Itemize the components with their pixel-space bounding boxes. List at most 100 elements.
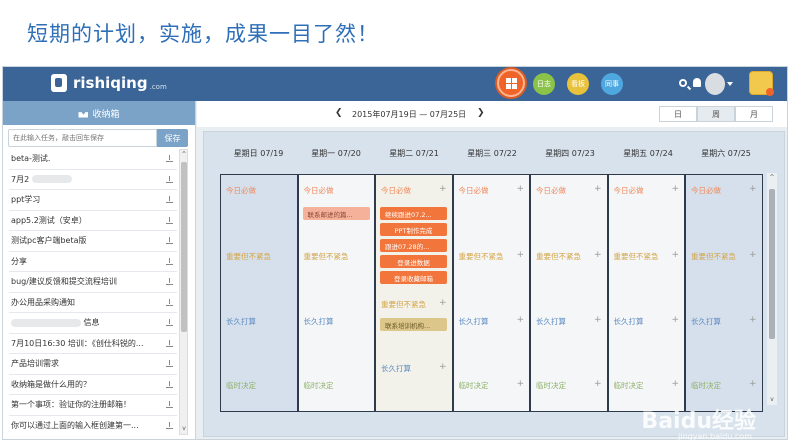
chevron-up-icon[interactable]: ^	[769, 175, 775, 181]
list-item[interactable]: 你可以通过上面的输入框创建第一...	[9, 416, 177, 436]
user-avatar[interactable]	[705, 73, 725, 95]
day-column-sat[interactable]: 今日必做 + 重要但不紧急 + 长久打算 + 临时决定 +	[685, 174, 763, 412]
list-item[interactable]: 第一个事项：验证你的注册邮箱！	[9, 395, 177, 416]
task-input[interactable]	[8, 129, 157, 147]
task-card[interactable]: 跟进07.28的...	[380, 239, 447, 252]
download-icon[interactable]	[166, 339, 173, 347]
download-icon[interactable]	[166, 421, 173, 429]
scroll-thumb[interactable]	[769, 189, 775, 339]
day-column-tue[interactable]: 今日必做 + 继续跟进07.2... PPT制作完成 跟进07.28的... 登…	[375, 174, 453, 412]
add-task-icon[interactable]: +	[439, 184, 447, 194]
list-item[interactable]: 7月10日16:30 培训：《创仕科锐的...	[9, 334, 177, 354]
day-column-wed[interactable]: 今日必做 + 重要但不紧急 + 长久打算 + 临时决定 +	[452, 174, 530, 412]
add-task-icon[interactable]: +	[516, 250, 524, 260]
list-item[interactable]: 测试pc客户端beta版	[9, 231, 177, 252]
download-icon[interactable]	[166, 155, 173, 163]
download-icon[interactable]	[166, 298, 173, 306]
download-icon[interactable]	[166, 278, 173, 286]
add-task-icon[interactable]: +	[671, 379, 679, 389]
bell-icon[interactable]	[693, 78, 701, 87]
nav-board-button[interactable]: 看板	[567, 73, 589, 95]
add-task-icon[interactable]: +	[594, 315, 602, 325]
scroll-thumb[interactable]	[181, 162, 187, 332]
list-item[interactable]: 办公用品采购通知	[9, 293, 177, 313]
day-column-fri[interactable]: 今日必做 + 重要但不紧急 + 长久打算 + 临时决定 +	[607, 174, 685, 412]
download-icon[interactable]	[166, 319, 173, 327]
download-icon[interactable]	[166, 175, 173, 183]
quadrant-important: 重要但不紧急	[381, 300, 426, 309]
add-task-icon[interactable]: +	[671, 184, 679, 194]
task-card[interactable]: 登录收藏邮箱	[380, 271, 447, 284]
nav-colleague-button[interactable]: 同事	[601, 73, 623, 95]
download-icon[interactable]	[166, 360, 173, 368]
list-item[interactable]: bug/建议反馈和提交流程培训	[9, 272, 177, 293]
add-task-icon[interactable]: +	[749, 379, 757, 389]
quadrant-adhoc: 临时决定	[536, 381, 566, 390]
add-task-icon[interactable]: +	[516, 184, 524, 194]
add-task-icon[interactable]: +	[749, 315, 757, 325]
add-task-icon[interactable]: +	[594, 184, 602, 194]
save-button[interactable]: 保存	[157, 129, 188, 147]
chevron-down-icon[interactable]	[727, 82, 733, 86]
chevron-down-icon[interactable]: v	[769, 397, 775, 403]
watermark-logo: Baidu经验	[641, 409, 756, 434]
task-card[interactable]: 登录进数据	[380, 255, 447, 268]
add-task-icon[interactable]: +	[671, 250, 679, 260]
add-task-icon[interactable]: +	[749, 250, 757, 260]
nav-journal-button[interactable]: 日志	[533, 73, 555, 95]
list-item[interactable]: ppt学习	[9, 190, 177, 211]
add-task-icon[interactable]: +	[594, 379, 602, 389]
add-task-icon[interactable]: +	[516, 315, 524, 325]
search-icon[interactable]	[679, 79, 687, 87]
download-icon[interactable]	[166, 257, 173, 265]
quadrant-adhoc: 临时决定	[458, 381, 489, 390]
day-header: 星期日 07/19	[233, 149, 284, 158]
list-item[interactable]: 7月2	[9, 170, 177, 190]
quadrant-longterm: 长久打算	[303, 317, 334, 326]
view-tabs: 日 周 月	[659, 106, 773, 122]
tab-week[interactable]: 周	[697, 106, 735, 122]
add-task-icon[interactable]: +	[439, 298, 447, 308]
list-item[interactable]: 信息	[9, 313, 177, 334]
download-icon[interactable]	[166, 216, 173, 224]
add-task-icon[interactable]: +	[671, 315, 679, 325]
chevron-up-icon[interactable]: ^	[181, 152, 187, 158]
quadrant-today: 今日必做	[226, 186, 256, 195]
quadrant-today: 今日必做	[536, 186, 566, 195]
day-column-mon[interactable]: 今日必做 联系邮进的篇... 重要但不紧急 长久打算 临时决定	[297, 174, 375, 412]
download-icon[interactable]	[166, 380, 173, 388]
tab-month[interactable]: 月	[735, 106, 773, 122]
task-card[interactable]: 联系邮进的篇...	[302, 207, 370, 220]
download-icon[interactable]	[166, 237, 173, 245]
nav-plan-button[interactable]	[497, 69, 525, 97]
day-header: 星期五 07/24	[623, 149, 673, 158]
add-task-icon[interactable]: +	[516, 379, 524, 389]
list-item[interactable]: beta-测试.	[9, 149, 177, 170]
task-card[interactable]: PPT制作完成	[380, 223, 447, 236]
tab-day[interactable]: 日	[659, 106, 697, 122]
quadrant-important: 重要但不紧急	[536, 252, 581, 261]
prev-week-button[interactable]: ❮	[335, 108, 343, 118]
profile-badge[interactable]	[749, 71, 774, 96]
inbox-sidebar: 收纳箱 保存 beta-测试. 7月2 ppt学习 app5.2测试（安卓） 测…	[3, 101, 196, 439]
chevron-down-icon[interactable]: v	[181, 426, 187, 432]
download-icon[interactable]	[166, 196, 173, 204]
board-scrollbar[interactable]: ^ v	[767, 173, 777, 405]
add-task-icon[interactable]: +	[749, 184, 757, 194]
list-item[interactable]: 分享	[9, 252, 177, 272]
day-column-sun[interactable]: 今日必做 重要但不紧急 长久打算 临时决定	[220, 174, 298, 412]
list-item[interactable]: 收纳箱是做什么用的？	[9, 375, 177, 395]
task-card[interactable]: 继续跟进07.2...	[380, 207, 447, 220]
quadrant-today: 今日必做	[458, 186, 489, 195]
task-card[interactable]: 联系培训机构...	[380, 318, 447, 331]
logo[interactable]: rishiqing .com	[51, 74, 167, 92]
list-item[interactable]: 产品培训需求	[9, 354, 177, 375]
inbox-scrollbar[interactable]: ^ v	[179, 149, 188, 435]
next-week-button[interactable]: ❯	[477, 108, 485, 118]
page-caption: 短期的计划，实施，成果一目了然！	[27, 22, 379, 46]
download-icon[interactable]	[166, 401, 173, 409]
list-item[interactable]: app5.2测试（安卓）	[9, 211, 177, 231]
day-column-thu[interactable]: 今日必做 + 重要但不紧急 + 长久打算 + 临时决定 +	[530, 174, 608, 412]
add-task-icon[interactable]: +	[594, 250, 602, 260]
add-task-icon[interactable]: +	[439, 362, 447, 372]
